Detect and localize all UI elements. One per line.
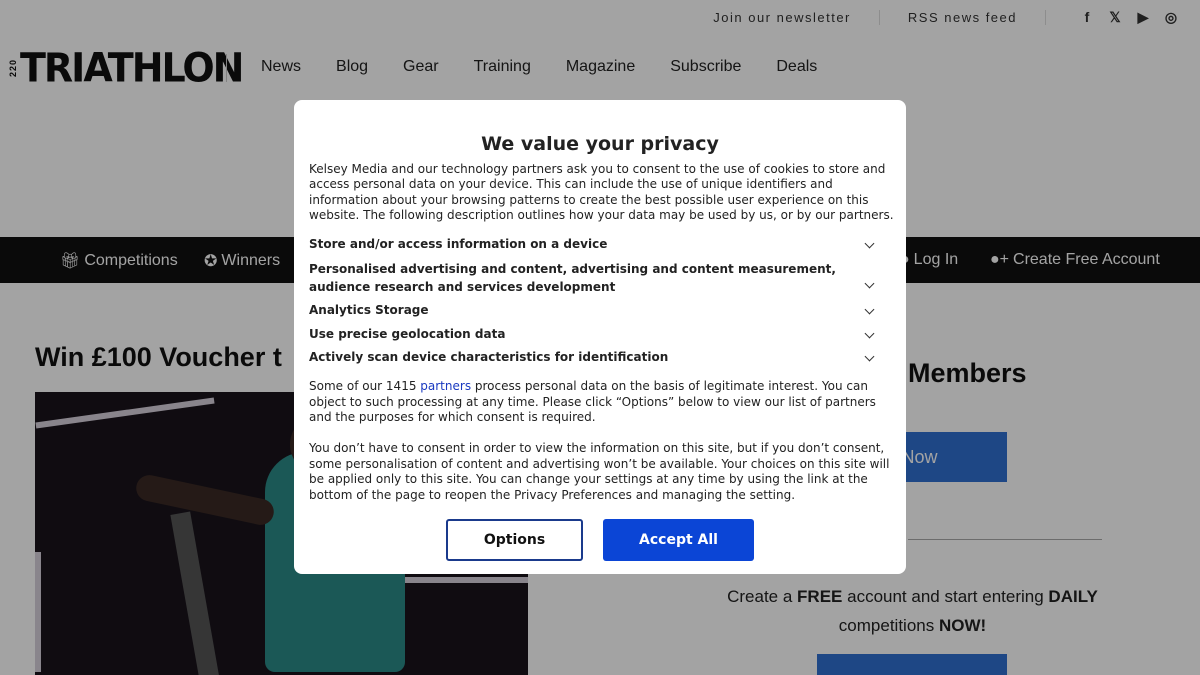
no-consent-text: You don’t have to consent in order to vi…	[309, 441, 890, 502]
legitimate-interest-text: Some of our 1415 partners process person…	[309, 379, 876, 424]
partners-link[interactable]: partners	[420, 379, 471, 393]
purpose-personalised-advertising[interactable]: Personalised advertising and content, ad…	[309, 261, 894, 296]
dialog-title: We value your privacy	[481, 133, 719, 155]
privacy-consent-dialog: We value your privacy Kelsey Media and o…	[294, 100, 906, 574]
options-button[interactable]: Options	[446, 519, 583, 561]
chevron-down-icon[interactable]	[862, 301, 876, 319]
accept-all-button[interactable]: Accept All	[603, 519, 754, 561]
dialog-intro: Kelsey Media and our technology partners…	[309, 162, 894, 222]
purpose-analytics-storage[interactable]: Analytics Storage	[309, 302, 894, 320]
purpose-geolocation[interactable]: Use precise geolocation data	[309, 326, 894, 344]
chevron-down-icon[interactable]	[862, 275, 876, 293]
purpose-device-scan[interactable]: Actively scan device characteristics for…	[309, 349, 894, 367]
chevron-down-icon[interactable]	[862, 235, 876, 253]
chevron-down-icon[interactable]	[862, 325, 876, 343]
purpose-store-access[interactable]: Store and/or access information on a dev…	[309, 236, 894, 254]
chevron-down-icon[interactable]	[862, 348, 876, 366]
